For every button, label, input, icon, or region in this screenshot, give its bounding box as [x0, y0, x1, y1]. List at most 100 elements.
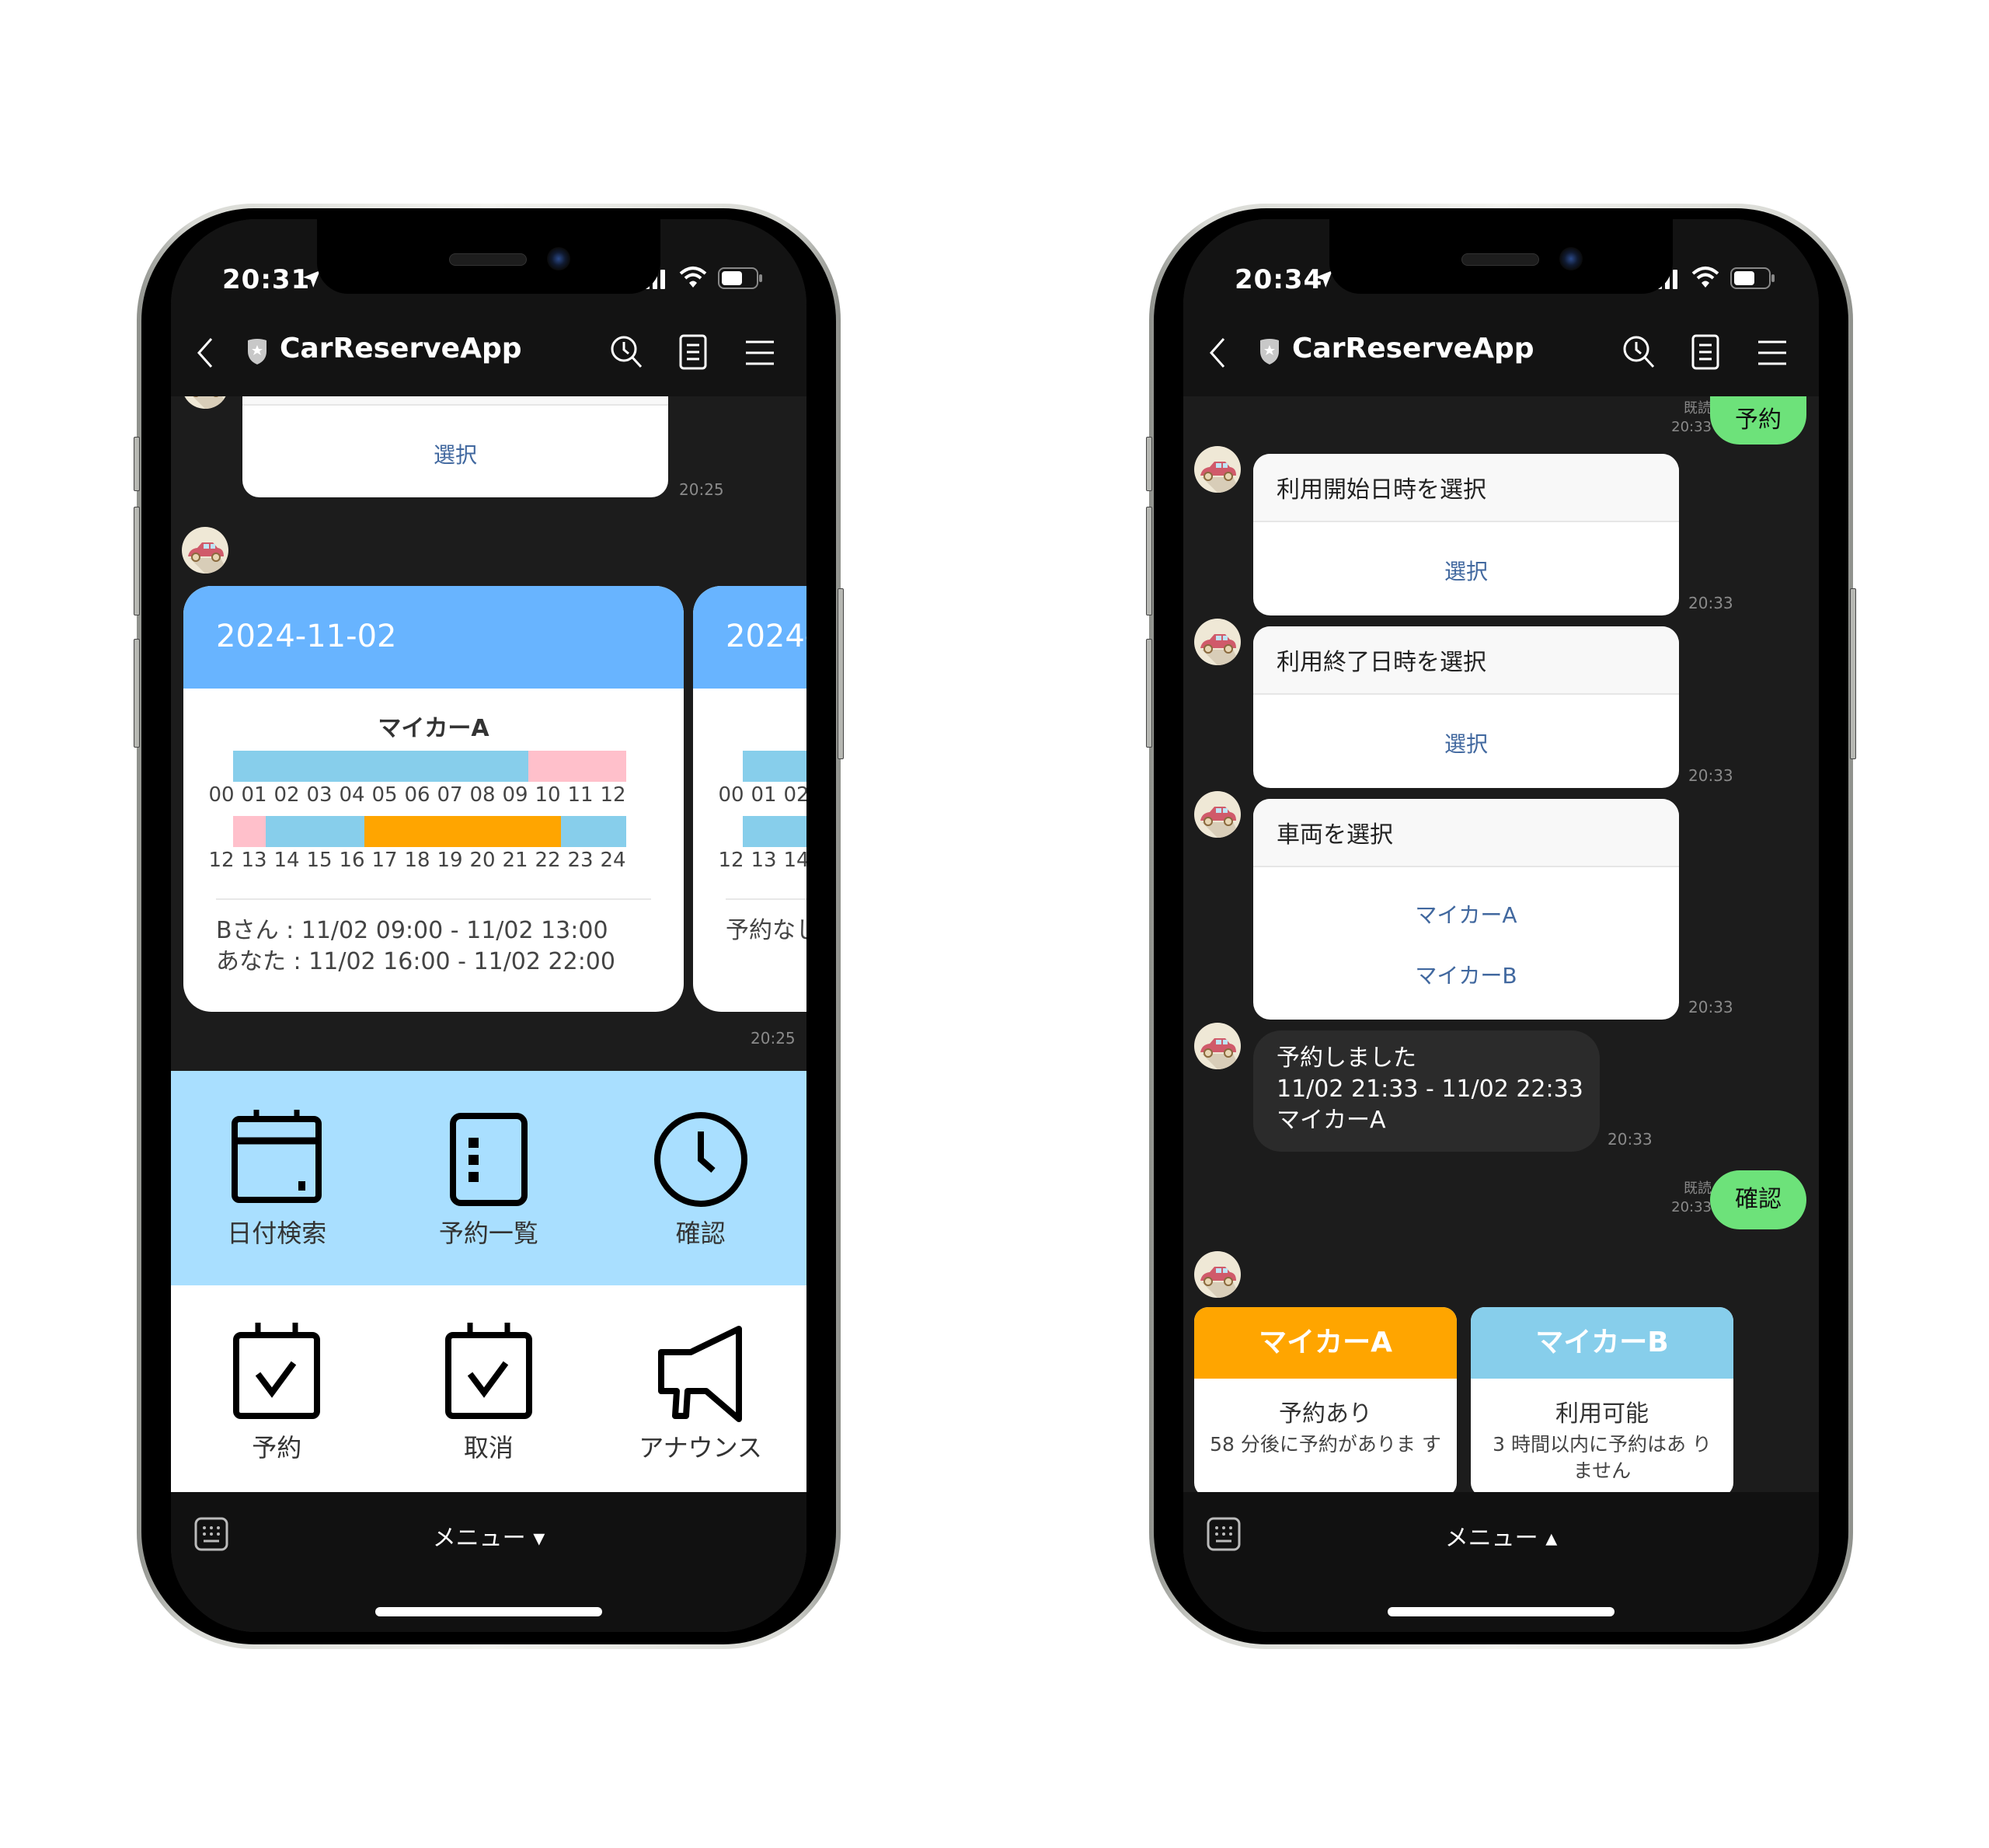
hour-tick-label: 10 [535, 783, 561, 807]
rich-menu-reserve[interactable]: 予約 [171, 1285, 383, 1500]
car-status-card[interactable]: マイカーA 予約あり 58 分後に予約がありま す [1194, 1307, 1457, 1497]
mute-switch [134, 437, 140, 491]
hour-tick-label: 01 [241, 783, 267, 807]
status-time: 20:34 [1235, 264, 1323, 295]
home-indicator[interactable] [1388, 1607, 1615, 1616]
hamburger-menu-icon[interactable] [744, 337, 775, 368]
status-time: 20:31 [222, 264, 311, 295]
battery-icon [1730, 267, 1775, 289]
bot-avatar [182, 527, 228, 574]
verified-shield-icon [248, 339, 266, 364]
hour-tick-label: 17 [371, 849, 398, 872]
car-icon [1200, 1267, 1241, 1298]
speaker [449, 253, 527, 266]
notch [1329, 219, 1673, 294]
megaphone-icon [657, 1326, 742, 1422]
hour-tick-label: 00 [208, 783, 235, 807]
user-message-bubble: 予約 [1710, 396, 1806, 445]
rich-menu-label: 取消 [463, 1433, 514, 1463]
reservation-line: あなた : 11/02 16:00 - 11/02 22:00 [216, 948, 615, 975]
left-phone: 20:31 CarReserveApp 検索する日付を選択 選択 20:25 [134, 204, 844, 1649]
volume-up-button [1146, 507, 1152, 615]
car-name [693, 709, 806, 740]
hour-tick-label: 00 [718, 783, 744, 807]
hamburger-menu-icon[interactable] [1757, 337, 1788, 368]
hour-tick-label: 24 [600, 849, 626, 872]
chat-area[interactable]: 既読 20:33 予約 利用開始日時を選択 選択 20:33 利用終了日時を選択 … [1183, 396, 1819, 1632]
home-indicator[interactable] [375, 1607, 602, 1616]
vehicle-select-card: 車両を選択 マイカーA マイカーB [1253, 799, 1679, 1020]
speaker [1461, 253, 1539, 266]
calendar-date: 2024-11-02 [183, 586, 684, 689]
back-chevron-icon[interactable] [194, 336, 216, 370]
select-start-button[interactable]: 選択 [1253, 522, 1679, 586]
volume-down-button [134, 639, 140, 748]
front-camera [547, 247, 570, 270]
hour-tick-label: 21 [502, 849, 528, 872]
car-status-detail: 3 時間以内に予約はあ りません [1493, 1433, 1712, 1482]
bot-avatar [1194, 1023, 1241, 1069]
calendar-card[interactable]: 2024-11-02 マイカーA 00 01 02 03 04 05 06 07 08 09 10 1… [183, 586, 684, 1012]
card-title: 車両を選択 [1253, 799, 1679, 867]
volume-up-button [134, 507, 140, 615]
note-icon[interactable] [1690, 334, 1721, 370]
rich-menu-label: 予約 [252, 1433, 302, 1463]
select-button[interactable]: 選択 [242, 406, 668, 469]
hour-tick-label: 12 [718, 849, 744, 872]
volume-down-button [1146, 639, 1152, 748]
back-chevron-icon[interactable] [1207, 336, 1228, 370]
pm-timeline-bar [233, 816, 626, 847]
message-time: 20:33 [1671, 1199, 1712, 1215]
read-receipt: 既読 20:33 [1671, 1180, 1712, 1217]
menu-toggle[interactable]: メニュー ▾ [171, 1518, 806, 1553]
calendar-card[interactable]: 2024-11-02 00 0102 12 13 14 予約なし [693, 586, 806, 1012]
timeline-segment-free-slot [233, 751, 528, 782]
end-datetime-card: 利用終了日時を選択 選択 [1253, 626, 1679, 788]
hour-tick-label: 11 [567, 783, 594, 807]
start-datetime-card: 利用開始日時を選択 選択 [1253, 454, 1679, 615]
search-icon[interactable] [1622, 334, 1656, 368]
app-title: CarReserveApp [280, 333, 522, 364]
bot-avatar [1194, 791, 1241, 838]
select-car-a-button[interactable]: マイカーA [1253, 867, 1679, 929]
power-button [1850, 588, 1856, 759]
car-status-card[interactable]: マイカーB 利用可能 3 時間以内に予約はあ りません [1471, 1307, 1733, 1497]
rich-menu-date-search[interactable]: 日付検索 [171, 1071, 383, 1285]
hour-tick-label: 06 [404, 783, 430, 807]
message-time: 20:25 [751, 1029, 796, 1048]
notch [317, 219, 660, 294]
menu-toggle[interactable]: メニュー ▴ [1183, 1518, 1819, 1553]
rich-menu-reservation-list[interactable]: 予約一覧 [383, 1071, 595, 1285]
message-time: 20:33 [1688, 594, 1733, 612]
rich-menu-announce[interactable]: アナウンス [594, 1285, 806, 1500]
date-search-card: 検索する日付を選択 選択 [242, 396, 668, 497]
card-title: 利用終了日時を選択 [1253, 626, 1679, 695]
select-car-b-button[interactable]: マイカーB [1253, 929, 1679, 990]
pm-tick-labels: 12 13 14 15 16 17 18 19 20 21 22 23 24 [205, 849, 629, 872]
timeline-segment-free-slot [266, 816, 364, 847]
car-icon [188, 542, 228, 574]
hour-tick-label: 23 [567, 849, 594, 872]
right-phone: 20:34 CarReserveApp 既読 20:33 予約 利用開始日時を選択… [1146, 204, 1856, 1649]
message-time: 20:33 [1608, 1130, 1653, 1149]
wifi-icon [679, 267, 707, 288]
rich-menu-label: 日付検索 [227, 1219, 327, 1248]
bottom-bar: メニュー ▴ [1183, 1492, 1819, 1632]
hour-tick-label: 15 [306, 849, 333, 872]
rich-menu-check[interactable]: 確認 [594, 1071, 806, 1285]
am-timeline-bar [743, 751, 806, 782]
calendar-date: 2024-11-02 [693, 586, 806, 689]
calendar-check-icon [233, 1323, 321, 1419]
chat-area[interactable]: 検索する日付を選択 選択 20:25 2024-11-02 マイカーA 0001… [171, 396, 806, 1632]
select-end-button[interactable]: 選択 [1253, 695, 1679, 758]
am-timeline-bar [233, 751, 626, 782]
timeline-segment-other-reservation [528, 751, 626, 782]
rich-menu-cancel[interactable]: 取消 [383, 1285, 595, 1500]
read-label: 既読 [1684, 1180, 1712, 1197]
message-time: 20:33 [1688, 998, 1733, 1016]
rich-menu-label: 予約一覧 [438, 1219, 538, 1248]
verified-shield-icon [1260, 339, 1279, 364]
hour-tick-label: 02 [783, 783, 806, 807]
search-icon[interactable] [609, 334, 643, 368]
note-icon[interactable] [678, 334, 709, 370]
